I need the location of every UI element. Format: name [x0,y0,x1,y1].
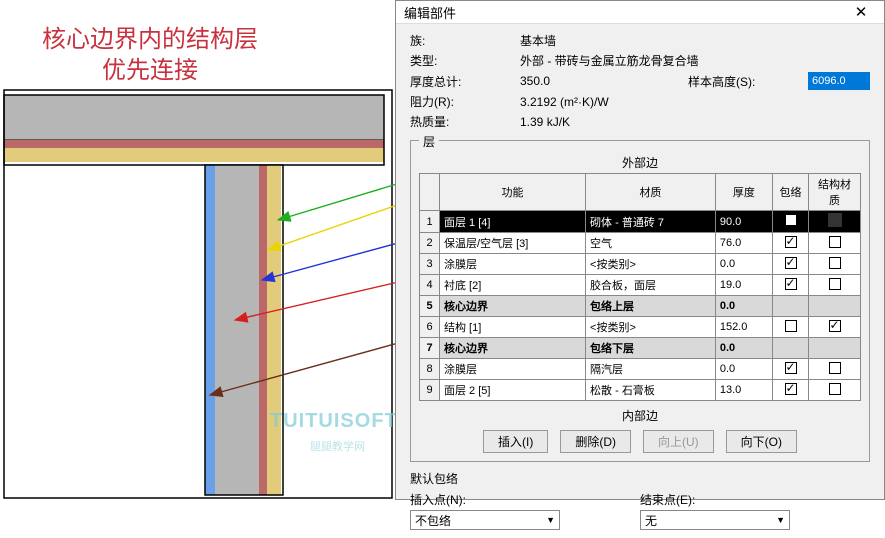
struct-checkbox[interactable] [829,278,841,290]
col-function: 功能 [440,174,586,211]
properties-grid: 族: 基本墙 类型: 外部 - 带砖与金属立筋龙骨复合墙 厚度总计: 350.0… [410,32,870,130]
wrap-checkbox[interactable] [785,383,797,395]
watermark: TUITUISOFT [270,410,398,433]
dialog-titlebar: 编辑部件 ✕ [396,1,884,24]
resistance-value: 3.2192 (m²·K)/W [520,95,870,109]
default-wrap-section: 默认包络 插入点(N): 不包络 ▼ 结束点(E): 无 ▼ [410,470,870,530]
chevron-down-icon: ▼ [776,515,785,525]
layers-caption: 层 [419,133,439,150]
col-thickness: 厚度 [715,174,772,211]
table-row[interactable]: 2保温层/空气层 [3]空气76.0 [420,233,861,254]
insert-point-value: 不包络 [415,512,451,529]
table-row[interactable]: 3涂膜层<按类别>0.0 [420,254,861,275]
struct-checkbox[interactable] [829,362,841,374]
chevron-down-icon: ▼ [546,515,555,525]
wrap-checkbox[interactable] [785,278,797,290]
family-label: 族: [410,32,520,49]
table-row[interactable]: 8涂膜层隔汽层0.0 [420,359,861,380]
table-row[interactable]: 1面层 1 [4]砌体 - 普通砖 790.0 [420,211,861,233]
col-struct-material: 结构材质 [809,174,861,211]
struct-checkbox[interactable] [829,320,841,332]
struct-checkbox[interactable] [829,383,841,395]
thermal-mass-label: 热质量: [410,113,520,130]
wrap-checkbox[interactable] [785,257,797,269]
struct-checkbox[interactable] [829,236,841,248]
annotation-line2: 优先连接 [102,58,198,84]
dialog-title: 编辑部件 [404,3,456,22]
insert-button[interactable]: 插入(I) [483,430,548,453]
sample-height-input[interactable] [808,72,870,90]
material-swatch[interactable] [828,213,842,227]
table-row[interactable]: 5核心边界包络上层0.0 [420,296,861,317]
total-thickness-label: 厚度总计: [410,73,520,90]
close-button[interactable]: ✕ [846,1,876,23]
wrap-checkbox[interactable] [785,320,797,332]
wrap-checkbox[interactable] [785,236,797,248]
wrap-checkbox[interactable] [785,214,797,226]
move-up-button[interactable]: 向上(U) [643,430,714,453]
exterior-side-label: 外部边 [419,154,861,171]
insert-point-dropdown[interactable]: 不包络 ▼ [410,510,560,530]
struct-checkbox[interactable] [829,257,841,269]
interior-side-label: 内部边 [419,407,861,424]
move-down-button[interactable]: 向下(O) [726,430,797,453]
table-row[interactable]: 9面层 2 [5]松散 - 石膏板13.0 [420,380,861,401]
delete-button[interactable]: 删除(D) [560,430,631,453]
table-row[interactable]: 4衬底 [2]胶合板，面层19.0 [420,275,861,296]
watermark-sub: 腿腿教学网 [310,438,365,454]
type-value: 外部 - 带砖与金属立筋龙骨复合墙 [520,52,870,69]
annotation-text: 核心边界内的结构层 优先连接 [20,25,280,87]
family-value: 基本墙 [520,32,870,49]
thermal-mass-value: 1.39 kJ/K [520,115,870,129]
total-thickness-value: 350.0 [520,74,688,88]
table-row[interactable]: 6结构 [1]<按类别>152.0 [420,317,861,338]
end-point-dropdown[interactable]: 无 ▼ [640,510,790,530]
wrap-checkbox[interactable] [785,362,797,374]
sample-height-label: 样本高度(S): [688,73,808,90]
end-point-value: 无 [645,512,657,529]
resistance-label: 阻力(R): [410,93,520,110]
annotation-line1: 核心边界内的结构层 [42,27,258,53]
edit-assembly-dialog: 编辑部件 ✕ 族: 基本墙 类型: 外部 - 带砖与金属立筋龙骨复合墙 厚度总计… [395,0,885,500]
col-wrap: 包络 [773,174,809,211]
type-label: 类型: [410,52,520,69]
layers-section: 层 外部边 功能 材质 厚度 包络 结构材质 1面层 1 [4]砌体 - 普通砖… [410,140,870,462]
layers-table[interactable]: 功能 材质 厚度 包络 结构材质 1面层 1 [4]砌体 - 普通砖 790.0… [419,173,861,401]
table-row[interactable]: 7核心边界包络下层0.0 [420,338,861,359]
default-wrap-label: 默认包络 [410,470,870,487]
col-material: 材质 [586,174,716,211]
